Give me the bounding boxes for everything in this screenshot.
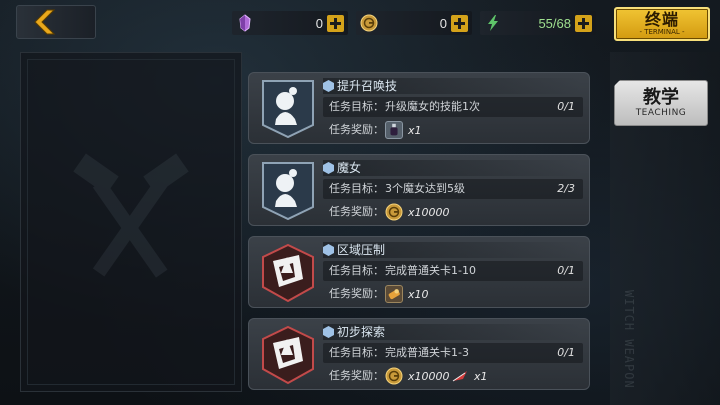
- task-progress: 0/1: [557, 346, 575, 359]
- reward-item: x1: [451, 366, 488, 386]
- task-title: 提升召唤技: [337, 79, 398, 93]
- goal-label: 任务目标：: [329, 346, 384, 359]
- task-reward-row: 任务奖励： x1: [323, 119, 583, 141]
- add-crystal-button[interactable]: [327, 14, 344, 32]
- reward-label: 任务奖励：: [329, 205, 384, 218]
- chevron-left-icon: [34, 9, 55, 35]
- scroll-item-icon: [385, 285, 403, 303]
- crossed-hammers-emblem: [73, 153, 189, 278]
- gold-value: 0: [439, 15, 447, 31]
- reward-label: 任务奖励：: [329, 369, 384, 382]
- game-logo-watermark: WITCH WEAPON: [622, 290, 636, 389]
- hexagon-bullet-icon: [323, 80, 334, 92]
- left-info-panel: [20, 52, 242, 392]
- lightning-icon: [488, 15, 498, 31]
- task-reward-row: 任务奖励： x10000: [323, 201, 583, 223]
- task-list[interactable]: 提升召唤技 任务目标： 升级魔女的技能1次 0/1 任务奖励： x1 魔女 任务…: [248, 72, 590, 392]
- goal-label: 任务目标：: [329, 182, 384, 195]
- terminal-label: 终端: [644, 9, 679, 29]
- reward-label: 任务奖励：: [329, 287, 384, 300]
- resource-energy: 55/68: [480, 11, 596, 35]
- crystal-icon: [239, 14, 251, 32]
- reward-qty: x10: [408, 287, 429, 301]
- reward-item: x10: [385, 284, 429, 304]
- goal-text: 升级魔女的技能1次: [385, 100, 480, 113]
- task-title-bar: 魔女: [323, 160, 583, 176]
- task-title: 初步探索: [337, 325, 386, 339]
- task-reward-row: 任务奖励： x10: [323, 283, 583, 305]
- teaching-label: 教学: [643, 86, 679, 108]
- task-goal-row: 任务目标： 升级魔女的技能1次 0/1: [323, 97, 583, 117]
- task-goal-row: 任务目标： 完成普通关卡1-10 0/1: [323, 261, 583, 281]
- stage-emblem-icon: [262, 325, 314, 385]
- task-title: 魔女: [337, 161, 362, 175]
- back-button[interactable]: [16, 5, 96, 39]
- stage-emblem-icon: [262, 243, 314, 303]
- task-progress: 0/1: [557, 100, 575, 113]
- teaching-sublabel: TEACHING: [635, 107, 687, 118]
- task-title-bar: 提升召唤技: [323, 78, 583, 94]
- reward-qty: x10000: [408, 369, 450, 383]
- goal-text: 完成普通关卡1-3: [385, 346, 469, 359]
- task-progress: 2/3: [557, 182, 575, 195]
- hexagon-bullet-icon: [323, 326, 334, 338]
- hexagon-bullet-icon: [323, 244, 334, 256]
- reward-item: x1: [385, 120, 422, 140]
- gold-coin-icon: [385, 203, 403, 221]
- gold-coin-icon: [385, 367, 403, 385]
- goal-text: 完成普通关卡1-10: [385, 264, 476, 277]
- resource-crystal: 0: [232, 11, 348, 35]
- hexagon-bullet-icon: [323, 162, 334, 174]
- task-title: 区域压制: [337, 243, 386, 257]
- task-card[interactable]: 提升召唤技 任务目标： 升级魔女的技能1次 0/1 任务奖励： x1: [248, 72, 590, 144]
- task-reward-row: 任务奖励： x10000 x1: [323, 365, 583, 387]
- goal-label: 任务目标：: [329, 100, 384, 113]
- reward-qty: x1: [408, 123, 422, 137]
- teaching-tab[interactable]: 教学 TEACHING: [614, 80, 708, 126]
- task-goal-row: 任务目标： 完成普通关卡1-3 0/1: [323, 343, 583, 363]
- task-title-bar: 初步探索: [323, 324, 583, 340]
- task-title-bar: 区域压制: [323, 242, 583, 258]
- reward-item: x10000: [385, 366, 450, 386]
- task-progress: 0/1: [557, 264, 575, 277]
- gold-coin-icon: [360, 14, 378, 32]
- energy-value: 55/68: [538, 15, 571, 31]
- witch-silhouette-icon: [262, 80, 314, 139]
- red-feather-icon: [452, 371, 467, 382]
- reward-qty: x1: [474, 369, 488, 383]
- reward-qty: x10000: [408, 205, 450, 219]
- witch-silhouette-icon: [262, 162, 314, 221]
- add-gold-button[interactable]: [451, 14, 468, 32]
- reward-item: x10000: [385, 202, 450, 222]
- task-card[interactable]: 区域压制 任务目标： 完成普通关卡1-10 0/1 任务奖励： x10: [248, 236, 590, 308]
- goal-label: 任务目标：: [329, 264, 384, 277]
- potion-item-icon: [385, 121, 403, 139]
- task-card[interactable]: 魔女 任务目标： 3个魔女达到5级 2/3 任务奖励： x10000: [248, 154, 590, 226]
- add-energy-button[interactable]: [575, 14, 592, 32]
- top-bar: 0 0 55/68 终端 - TERMINAL -: [0, 0, 720, 44]
- terminal-sublabel: - TERMINAL -: [639, 27, 685, 36]
- goal-text: 3个魔女达到5级: [385, 182, 465, 195]
- crystal-value: 0: [315, 15, 323, 31]
- reward-label: 任务奖励：: [329, 123, 384, 136]
- terminal-button[interactable]: 终端 - TERMINAL -: [614, 7, 710, 41]
- task-card[interactable]: 初步探索 任务目标： 完成普通关卡1-3 0/1 任务奖励： x10000 x1: [248, 318, 590, 390]
- resource-gold: 0: [356, 11, 472, 35]
- task-goal-row: 任务目标： 3个魔女达到5级 2/3: [323, 179, 583, 199]
